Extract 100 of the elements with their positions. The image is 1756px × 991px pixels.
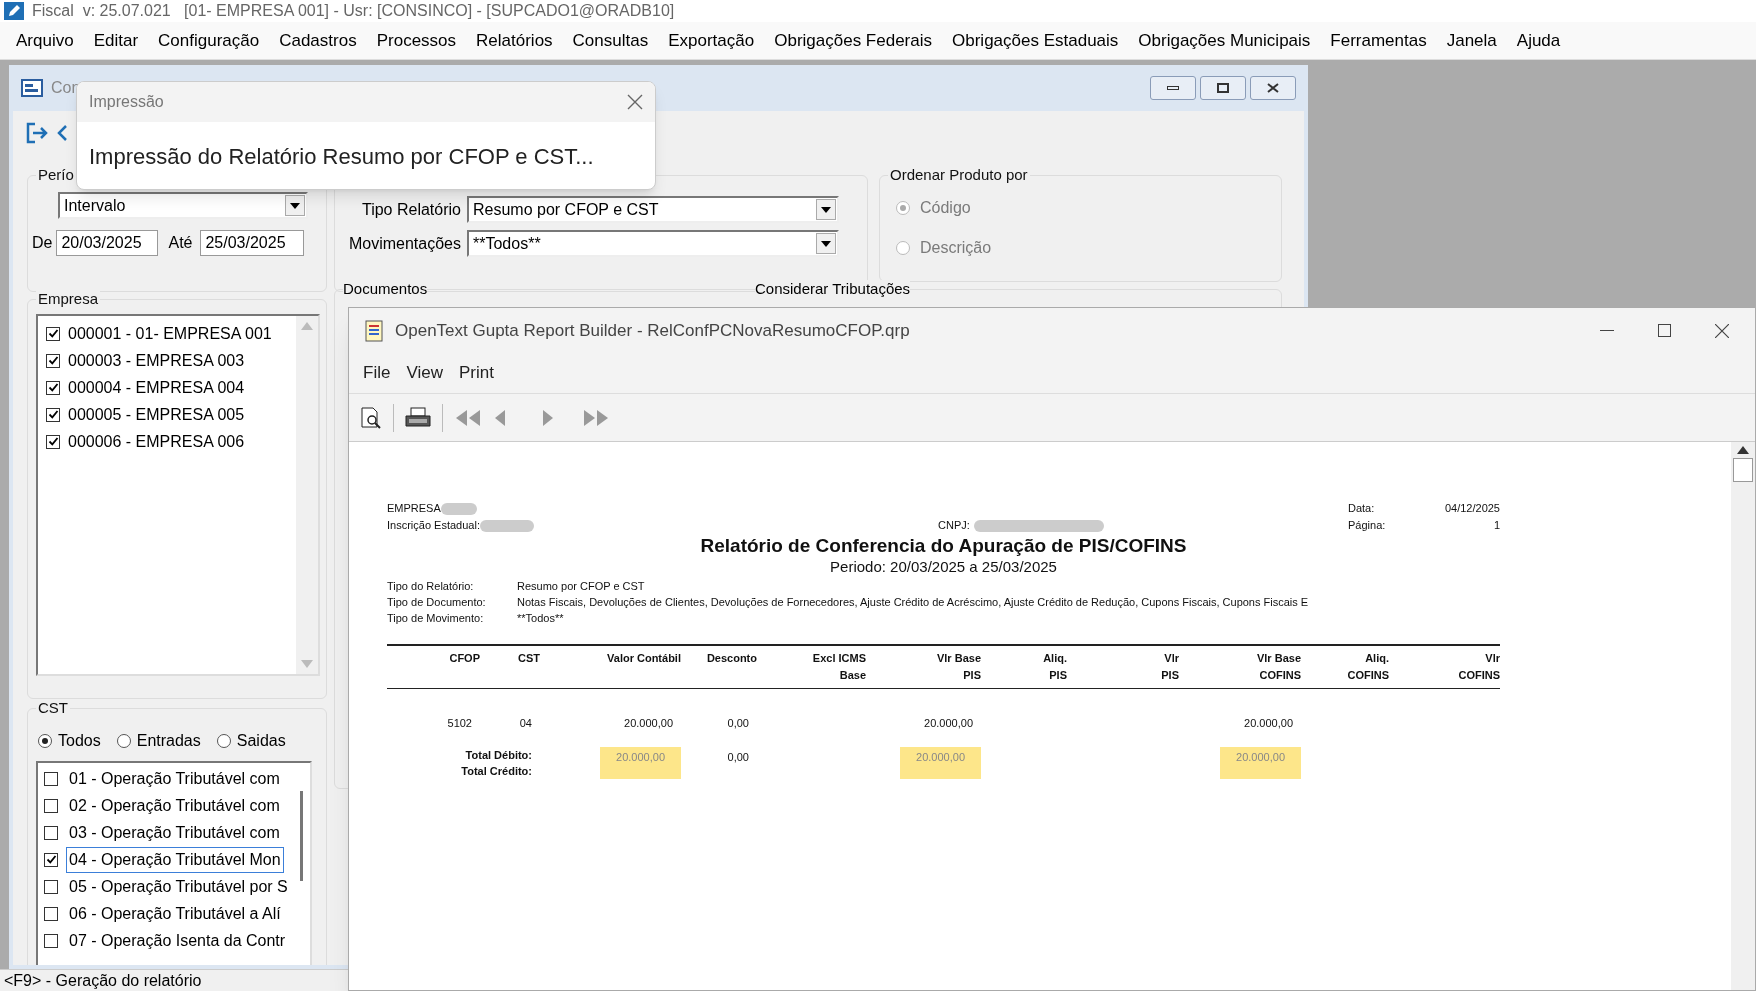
company-item[interactable]: 000006 - EMPRESA 006	[68, 429, 245, 454]
next-page-icon[interactable]	[541, 408, 555, 427]
cst-item[interactable]: 04 - Operação Tributável Mon	[66, 846, 284, 873]
radio-label: Descrição	[920, 238, 992, 258]
menu-item[interactable]: Exportação	[658, 27, 765, 54]
previous-page-icon[interactable]	[493, 408, 507, 427]
menu-item[interactable]: Consultas	[562, 27, 659, 54]
menu-item[interactable]: Obrigações Federais	[764, 27, 942, 54]
menu-item[interactable]: Relatórios	[466, 27, 563, 54]
checkbox[interactable]	[44, 798, 58, 813]
checkbox[interactable]	[46, 407, 60, 422]
scrollbar[interactable]	[1731, 442, 1755, 990]
menu-item[interactable]: Ajuda	[1506, 27, 1571, 54]
menu-item[interactable]: Print	[450, 360, 502, 386]
radio-label: Entradas	[136, 731, 201, 751]
menu-item[interactable]: Arquivo	[6, 27, 84, 54]
checkbox[interactable]	[44, 852, 58, 867]
menu-item[interactable]: File	[355, 360, 399, 386]
table-cell: 0,00	[727, 717, 749, 729]
table-cell: 20.000,00	[624, 717, 673, 729]
menu-item[interactable]: Configuração	[148, 27, 270, 54]
company-label: EMPRESA	[387, 501, 441, 516]
dialog-message: Impressão do Relatório Resumo por CFOP e CST...	[89, 144, 594, 169]
cst-item[interactable]: 02 - Operação Tributável com	[66, 792, 283, 819]
scroll-up-icon[interactable]	[1737, 446, 1749, 454]
report-type-label: Tipo Relatório	[362, 199, 461, 220]
group-legend: Considerar Tributações	[755, 280, 911, 298]
exit-icon[interactable]	[25, 122, 49, 144]
cst-item[interactable]: 07 - Operação Isenta da Contr	[66, 927, 289, 954]
company-item[interactable]: 000003 - EMPRESA 003	[68, 348, 245, 373]
scrollbar-thumb[interactable]	[1733, 458, 1753, 482]
cst-item[interactable]: 05 - Operação Tributável por S	[66, 873, 291, 900]
meta-label: Data:	[1348, 501, 1375, 516]
checkbox[interactable]	[44, 879, 58, 894]
total-credit-label: Total Crédito:	[461, 764, 532, 779]
report-title: Relatório de Conferencia do Apuração de PIS/COFINS	[700, 534, 1187, 558]
radio-button[interactable]	[116, 734, 131, 748]
radio-label: Saidas	[236, 731, 286, 751]
menu-item[interactable]: Janela	[1436, 27, 1507, 54]
company-item[interactable]: 000004 - EMPRESA 004	[68, 375, 245, 400]
print-preview-icon[interactable]	[359, 405, 383, 430]
redaction-mark	[440, 502, 477, 515]
movements-dropdown[interactable]: **Todos**	[467, 230, 839, 257]
table-cell: 20.000,00	[1244, 717, 1293, 729]
checkbox[interactable]	[44, 825, 58, 840]
menu-item[interactable]: Obrigações Municipais	[1128, 27, 1321, 54]
total-value: 20.000,00	[1220, 747, 1301, 779]
menu-item[interactable]: Ferramentas	[1320, 27, 1437, 54]
column-header: Vlr Base COFINS	[1255, 651, 1301, 683]
checkbox[interactable]	[46, 380, 60, 395]
movements-label: Movimentações	[348, 233, 461, 254]
column-header: Aliq. COFINS	[1346, 651, 1389, 683]
checkbox[interactable]	[46, 434, 60, 449]
group-legend: Empresa	[36, 290, 101, 308]
menu-item[interactable]: View	[398, 360, 451, 386]
restore-icon[interactable]	[1200, 76, 1246, 100]
cst-item[interactable]: 06 - Operação Tributável a Alí	[66, 900, 284, 927]
menu-item[interactable]: Editar	[83, 27, 149, 54]
to-date-field[interactable]: 25/03/2025	[200, 230, 305, 256]
from-date-field[interactable]: 20/03/2025	[56, 230, 159, 256]
scrollbar-thumb[interactable]	[299, 791, 303, 881]
radio-label: Todos	[58, 731, 101, 751]
total-value: 20.000,00	[600, 747, 681, 779]
close-icon[interactable]	[1250, 76, 1296, 100]
company-item[interactable]: 000001 - 01- EMPRESA 001	[68, 321, 272, 346]
radio-label: Código	[920, 198, 971, 218]
group-legend: Ordenar Produto por	[888, 166, 1030, 184]
minimize-icon[interactable]	[1150, 76, 1196, 100]
checkbox[interactable]	[46, 353, 60, 368]
table-cell: 5102	[447, 717, 472, 729]
close-icon[interactable]	[1715, 323, 1729, 338]
total-value: 20.000,00	[900, 747, 981, 779]
state-registration-label: Inscrição Estadual:	[387, 518, 480, 533]
menu-item[interactable]: Processos	[366, 27, 467, 54]
redaction-mark	[479, 519, 534, 532]
checkbox[interactable]	[46, 326, 60, 341]
column-header: Vlr COFINS	[1457, 651, 1500, 683]
company-item[interactable]: 000005 - EMPRESA 005	[68, 402, 245, 427]
report-period: Periodo: 20/03/2025 a 25/03/2025	[830, 558, 1057, 576]
radio-button[interactable]	[216, 734, 231, 748]
param-label: Tipo de Documento:	[387, 595, 487, 610]
close-icon[interactable]	[627, 94, 643, 110]
cst-item[interactable]: 03 - Operação Tributável com	[66, 819, 283, 846]
param-value: Notas Fiscais, Devoluções de Clientes, Devoluções de Fornecedores, Ajuste Crédito de Acréscimo, Ajuste Crédito de Redução, Cupons Fiscais, Cupons Fiscais E	[517, 595, 1309, 610]
period-mode-dropdown[interactable]: Intervalo	[58, 192, 308, 219]
checkbox[interactable]	[44, 906, 58, 921]
column-header: Desconto	[705, 651, 757, 666]
report-window-title: OpenText Gupta Report Builder - RelConfPCNovaResumoCFOP.qrp	[395, 319, 910, 342]
menu-item[interactable]: Obrigações Estaduais	[942, 27, 1129, 54]
report-type-dropdown[interactable]: Resumo por CFOP e CST	[467, 196, 839, 223]
menu-item[interactable]: Cadastros	[269, 27, 367, 54]
param-value: Resumo por CFOP e CST	[517, 579, 645, 594]
checkbox[interactable]	[44, 933, 58, 948]
param-label: Tipo de Movimento:	[387, 611, 485, 626]
cst-item[interactable]: 01 - Operação Tributável com	[66, 765, 283, 792]
dialog-title: Impressão	[89, 92, 164, 112]
maximize-icon[interactable]	[1658, 324, 1671, 337]
printer-icon[interactable]	[404, 405, 432, 430]
radio-button[interactable]	[38, 734, 52, 748]
checkbox[interactable]	[44, 771, 58, 786]
